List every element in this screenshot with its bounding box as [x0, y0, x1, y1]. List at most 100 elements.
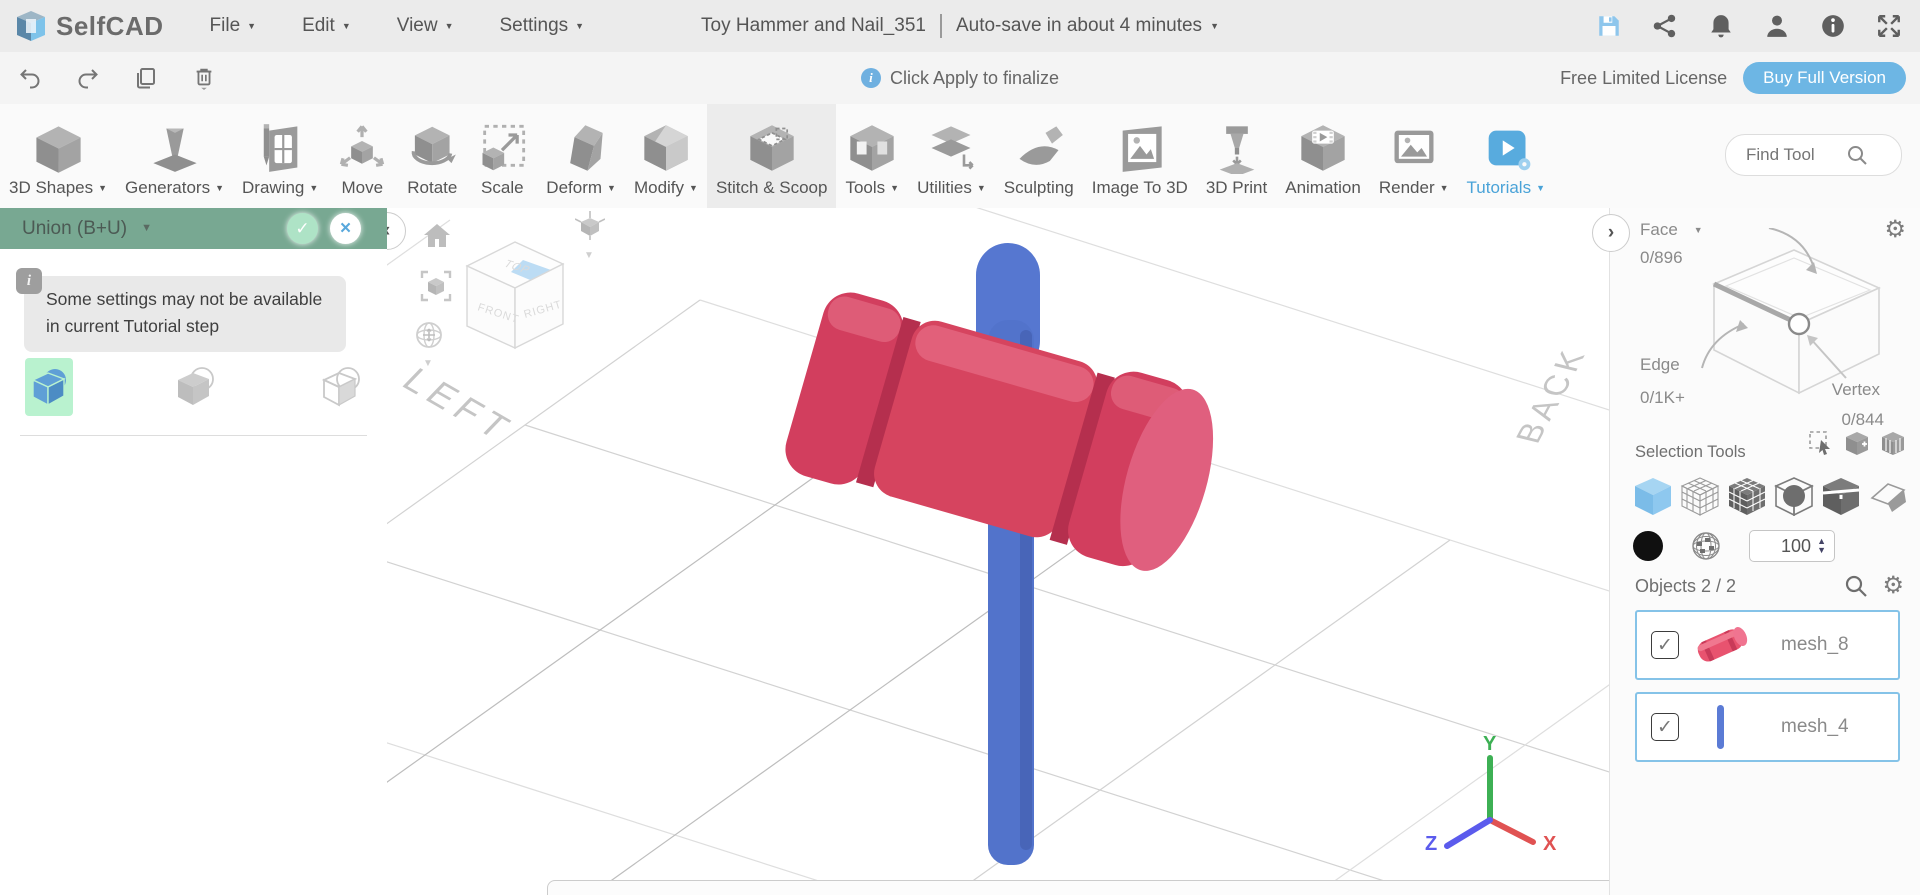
chevron-down-icon: [890, 184, 899, 193]
visibility-checkbox[interactable]: ✓: [1651, 631, 1679, 659]
menu-edit[interactable]: Edit: [302, 15, 351, 37]
chevron-down-icon: [1210, 22, 1219, 31]
wireframe-select-mode[interactable]: [1680, 476, 1720, 516]
union-panel-title-wrap[interactable]: Union (B+U): [22, 218, 152, 240]
view-cube[interactable]: TOP FRONT RIGHT: [463, 236, 567, 354]
color-swatch[interactable]: [1633, 531, 1663, 561]
account-icon[interactable]: [1764, 13, 1790, 39]
utilities-icon: [931, 126, 975, 170]
tool-modify[interactable]: Modify: [625, 104, 707, 208]
tool-label: Scale: [481, 178, 524, 197]
tools-icon: [850, 125, 894, 171]
axis-x-label: X: [1543, 833, 1557, 855]
tool-tools[interactable]: Tools: [836, 104, 908, 208]
tool-stitch-scoop[interactable]: Stitch & Scoop: [706, 104, 837, 208]
tool-generators[interactable]: Generators: [116, 104, 233, 208]
tool-deform[interactable]: Deform: [537, 104, 625, 208]
axis-view-icon[interactable]: [575, 210, 605, 240]
buy-full-version-button[interactable]: Buy Full Version: [1743, 62, 1906, 94]
find-tool-input[interactable]: [1744, 144, 1838, 166]
chevron-down-icon: [247, 22, 256, 31]
collapse-right-panel-button[interactable]: ›: [1592, 214, 1630, 252]
tutorials-icon: [1488, 130, 1531, 171]
tool-label: Rotate: [407, 178, 458, 197]
tool-tutorials[interactable]: Tutorials: [1458, 104, 1554, 208]
search-icon[interactable]: [1846, 144, 1868, 166]
home-view-icon[interactable]: [421, 220, 453, 252]
edge-count: 0/1K+: [1640, 388, 1685, 407]
tool-rotate[interactable]: Rotate: [397, 104, 467, 208]
stepper-arrows[interactable]: ▲ ▼: [1817, 537, 1826, 555]
tool-label: Utilities: [917, 178, 972, 197]
fullscreen-icon[interactable]: [1876, 13, 1902, 39]
opacity-stepper[interactable]: 100 ▲ ▼: [1749, 530, 1835, 562]
marquee-select-icon[interactable]: [1808, 430, 1834, 456]
solid-select-mode[interactable]: [1633, 476, 1673, 516]
selfcad-logo[interactable]: SelfCAD: [14, 9, 164, 43]
tool-3d-shapes[interactable]: 3D Shapes: [0, 104, 116, 208]
tool-utilities[interactable]: Utilities: [908, 104, 995, 208]
texture-sphere-icon[interactable]: [1690, 530, 1722, 562]
tool-animation[interactable]: Animation: [1276, 104, 1370, 208]
plane-select-mode[interactable]: [1868, 476, 1908, 516]
mesh-8-thumbnail: [1687, 618, 1753, 672]
object-row-mesh-8[interactable]: ✓ mesh_8: [1635, 610, 1900, 680]
menu-settings[interactable]: Settings: [500, 15, 585, 37]
tool-label: Animation: [1285, 178, 1361, 197]
notifications-icon[interactable]: [1708, 13, 1734, 39]
tool-3d-print[interactable]: 3D Print: [1197, 104, 1276, 208]
object-row-mesh-4[interactable]: ✓ mesh_4: [1635, 692, 1900, 762]
tool-image-to-3d[interactable]: Image To 3D: [1083, 104, 1197, 208]
difference-mode-button[interactable]: [317, 358, 365, 416]
drawing-icon: [263, 124, 298, 172]
tool-move[interactable]: Move: [327, 104, 397, 208]
info-icon[interactable]: [1820, 13, 1846, 39]
print-3d-icon: [1219, 126, 1254, 174]
grid-label-left: LEFT: [394, 361, 523, 449]
axis-view-caret-icon[interactable]: [584, 250, 594, 261]
share-icon[interactable]: [1652, 13, 1678, 39]
search-icon[interactable]: [1844, 574, 1868, 598]
save-icon[interactable]: [1596, 13, 1622, 39]
striped-cube-icon[interactable]: [1880, 430, 1906, 456]
sculpting-icon: [1019, 126, 1063, 165]
tool-label: Tutorials: [1466, 178, 1532, 197]
orbit-pan-icon[interactable]: [414, 320, 444, 350]
display-options-row: 100 ▲ ▼: [1633, 530, 1835, 562]
split-cube-select-mode[interactable]: [1821, 476, 1861, 516]
menu-file[interactable]: File: [210, 15, 257, 37]
tool-scale[interactable]: Scale: [467, 104, 537, 208]
autosave-label: Auto-save in about 4 minutes: [955, 15, 1203, 36]
zoom-to-fit-icon[interactable]: [418, 268, 454, 304]
axis-y-label: Y: [1483, 733, 1497, 755]
tutorial-notice-box: i Some settings may not be available in …: [16, 268, 346, 353]
tool-sculpting[interactable]: Sculpting: [995, 104, 1083, 208]
deform-icon: [570, 125, 603, 171]
chevron-down-icon: [607, 184, 616, 193]
sphere-select-mode[interactable]: [1774, 476, 1814, 516]
visibility-checkbox[interactable]: ✓: [1651, 713, 1679, 741]
orbit-pan-caret-icon[interactable]: [423, 358, 433, 369]
add-selection-icon[interactable]: [1844, 430, 1870, 456]
close-button[interactable]: ×: [330, 213, 361, 244]
viewport-3d[interactable]: LEFT BACK Y X Z TOP FRONT RIGHT ▼ ▼: [387, 208, 1610, 895]
bottom-tutorial-bar[interactable]: [547, 880, 1610, 895]
tool-render[interactable]: Render: [1370, 104, 1458, 208]
apply-button[interactable]: ✓: [287, 213, 318, 244]
grid-label-back: BACK: [1508, 343, 1594, 446]
grid-cube-select-mode[interactable]: [1727, 476, 1767, 516]
gear-icon[interactable]: ⚙: [1882, 574, 1904, 598]
find-tool-search[interactable]: [1725, 134, 1902, 176]
tool-drawing[interactable]: Drawing: [233, 104, 327, 208]
selection-tools-label: Selection Tools: [1635, 443, 1746, 461]
union-panel-header: Union (B+U) ✓ ×: [0, 208, 387, 249]
intersection-mode-button[interactable]: [171, 358, 219, 416]
difference-icon: [321, 367, 360, 407]
right-panel: › Face 0/896 ⚙ Edge 0/1K+ Vertex 0/844 S…: [1592, 208, 1920, 895]
menu-view[interactable]: View: [397, 15, 454, 37]
union-mode-button[interactable]: [25, 358, 73, 416]
opacity-value: 100: [1781, 535, 1812, 556]
tool-label: Tools: [845, 178, 886, 197]
autosave-menu[interactable]: Auto-save in about 4 minutes: [956, 15, 1219, 37]
document-title[interactable]: Toy Hammer and Nail_351: [701, 15, 926, 37]
